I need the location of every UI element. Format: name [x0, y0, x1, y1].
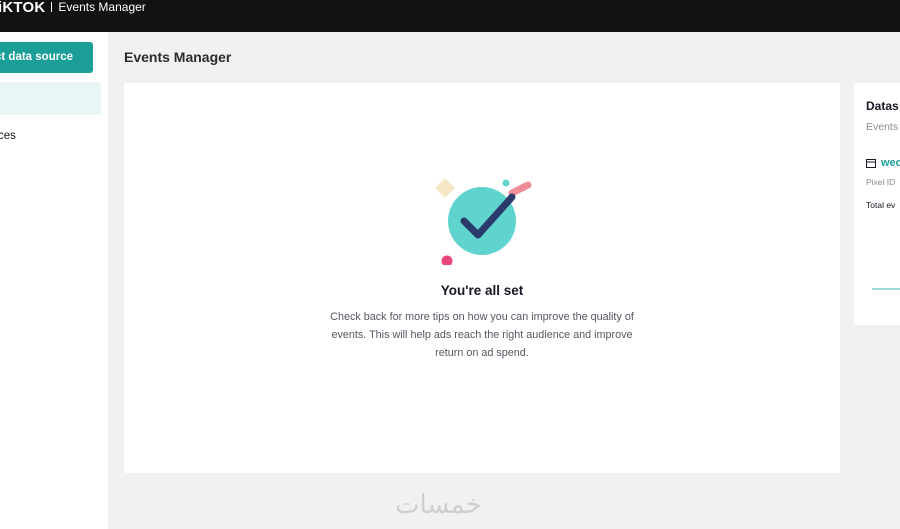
sidebar-item-audiences[interactable]: ces	[0, 130, 100, 142]
dataset-card: Datas Events wec Pixel ID Total ev	[854, 83, 900, 325]
status-card: You're all set Check back for more tips …	[124, 83, 840, 473]
calendar-icon	[866, 159, 876, 168]
circle-shape	[448, 187, 516, 255]
connect-data-source-button[interactable]: ct data source	[0, 42, 93, 73]
sidebar-item-label: ces	[0, 130, 16, 142]
sidebar: ct data source ces	[0, 32, 108, 529]
total-events-label: Total ev	[866, 200, 896, 210]
diamond-shape	[435, 178, 455, 198]
pink-arc	[508, 181, 532, 197]
brand-separator	[51, 2, 53, 12]
status-title: You're all set	[440, 283, 524, 298]
product-name: Events Manager	[58, 0, 146, 14]
pixel-id-label: Pixel ID	[866, 177, 896, 187]
pink-dot	[441, 255, 453, 265]
watermark: خمسات	[395, 490, 482, 520]
sparkline	[872, 288, 900, 290]
dataset-title: Datas	[866, 99, 899, 113]
dataset-subtitle: Events	[866, 121, 899, 133]
top-bar: iKTOK Events Manager	[0, 0, 900, 32]
teal-dot	[502, 179, 510, 187]
tiktok-logo: iKTOK	[0, 0, 46, 16]
page-title: Events Manager	[124, 49, 232, 65]
sidebar-item-active[interactable]	[0, 82, 101, 115]
dataset-link-row[interactable]: wec	[866, 157, 900, 169]
dataset-link[interactable]: wec	[881, 157, 900, 169]
brand[interactable]: iKTOK Events Manager	[0, 0, 146, 18]
all-set-illustration	[435, 178, 532, 265]
status-description: Check back for more tips on how you can …	[330, 311, 634, 359]
